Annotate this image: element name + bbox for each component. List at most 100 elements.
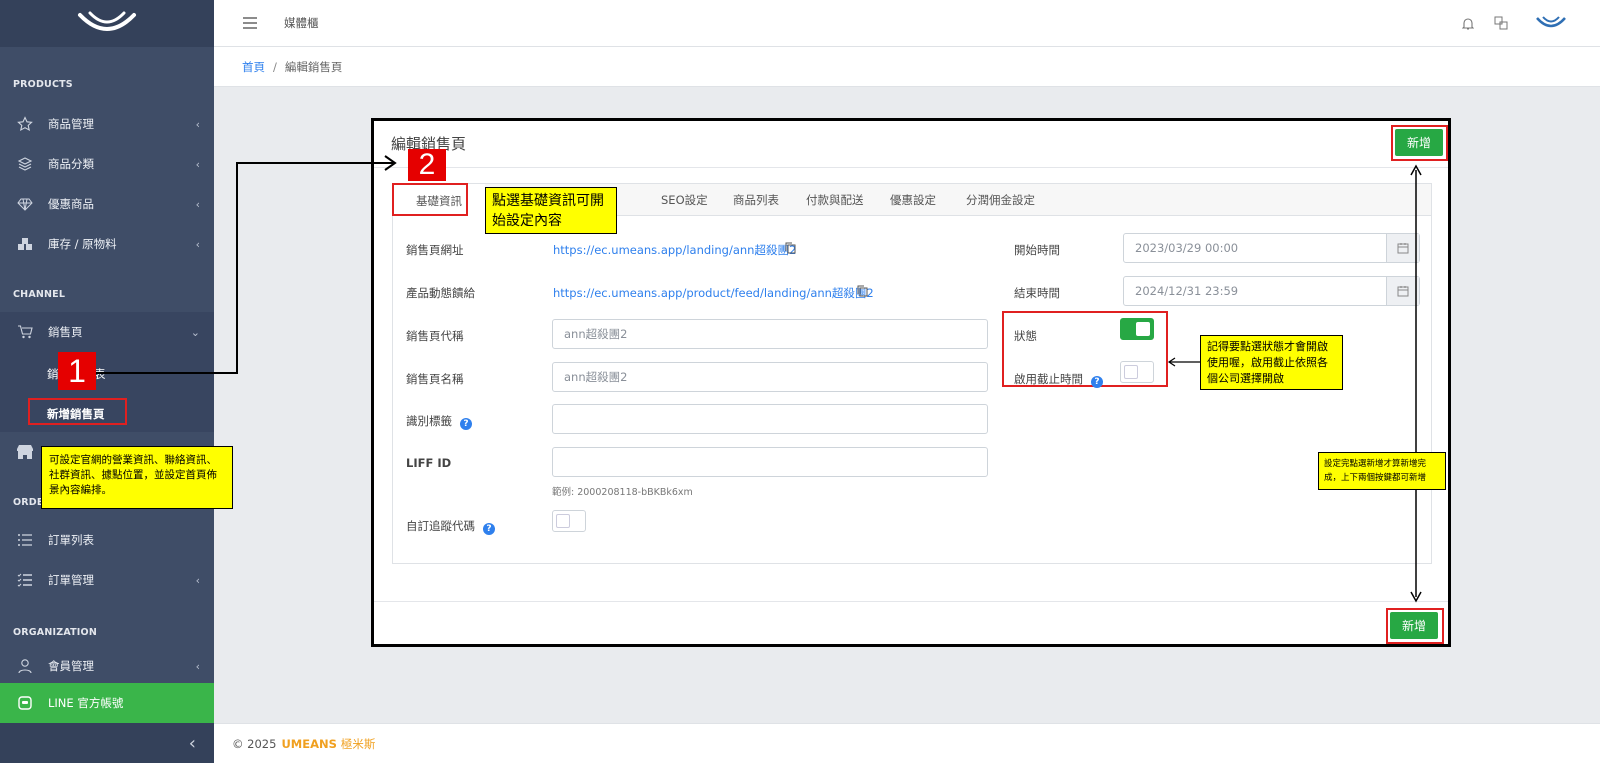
deadline-label: 啟用截止時間? (1014, 371, 1103, 388)
tab-discount[interactable]: 優惠設定 (890, 184, 936, 216)
section-organization: ORGANIZATION (13, 627, 97, 638)
name-label: 銷售頁名稱 (406, 372, 464, 386)
topbar: 媒體櫃 (214, 0, 1600, 47)
liff-hint: 範例: 2000208118-bBKBk6xm (552, 487, 693, 498)
chevron-left-icon: ‹ (195, 237, 200, 251)
sidebar-item-label: 訂單管理 (48, 573, 94, 587)
liff-input[interactable] (552, 447, 988, 477)
sidebar-sub-sales-list-partial[interactable]: 銷 (47, 366, 59, 382)
tab-basic-info-highlight (392, 183, 468, 216)
footer-divider (374, 601, 1448, 602)
chevron-left-icon: ‹ (195, 197, 200, 211)
chevron-left-icon: ‹ (195, 117, 200, 131)
calendar-icon[interactable] (1386, 277, 1419, 305)
step-1-badge: 1 (58, 352, 96, 390)
sidebar: PRODUCTS 商品管理 ‹ 商品分類 ‹ 優惠商品 ‹ 庫存 / 原物料 ‹… (0, 0, 214, 763)
boxes-icon (16, 235, 34, 253)
sidebar-item-members[interactable]: 會員管理 ‹ (0, 648, 214, 684)
header-divider (374, 167, 1448, 168)
umeans-logo-icon (78, 11, 136, 31)
status-toggle[interactable] (1120, 318, 1154, 340)
sidebar-item-discount[interactable]: 優惠商品 ‹ (0, 184, 214, 224)
copy-icon[interactable] (857, 285, 868, 297)
add-button-top[interactable]: 新增 (1395, 129, 1443, 156)
end-time-label: 結束時間 (1014, 286, 1060, 300)
add-button-bottom[interactable]: 新增 (1390, 612, 1438, 639)
deadline-label-text: 啟用截止時間 (1014, 372, 1083, 386)
tracking-label-text: 自訂追蹤代碼 (406, 519, 475, 533)
calendar-icon[interactable] (1386, 234, 1419, 262)
url-link[interactable]: https://ec.umeans.app/landing/ann超殺團2 (553, 242, 796, 258)
list-icon (16, 531, 34, 549)
end-time-input[interactable]: 2024/12/31 23:59 (1123, 276, 1420, 306)
footer-brand[interactable]: UMEANS (281, 737, 336, 751)
start-time-value: 2023/03/29 00:00 (1135, 241, 1239, 255)
tracking-toggle[interactable] (552, 510, 586, 532)
tab-commission[interactable]: 分潤佣金設定 (966, 184, 1035, 216)
tip-site-settings: 可設定官網的營業資訊、聯絡資訊、社群資訊、據點位置，並設定首頁佈景內容編排。 (41, 446, 233, 509)
breadcrumb-home[interactable]: 首頁 (242, 59, 265, 75)
start-time-label: 開始時間 (1014, 243, 1060, 257)
tab-product-list[interactable]: 商品列表 (733, 184, 779, 216)
code-input[interactable]: ann超殺團2 (552, 319, 988, 349)
checklist-icon (16, 571, 34, 589)
code-label: 銷售頁代稱 (406, 329, 464, 343)
sidebar-item-inventory[interactable]: 庫存 / 原物料 ‹ (0, 224, 214, 264)
sidebar-item-label: 商品管理 (48, 117, 94, 131)
feed-link[interactable]: https://ec.umeans.app/product/feed/landi… (553, 285, 874, 301)
copy-icon[interactable] (785, 242, 796, 254)
sidebar-item-label: 訂單列表 (48, 533, 94, 547)
toggle-knob (1124, 365, 1138, 379)
cart-icon (16, 323, 34, 341)
hamburger-menu-icon[interactable] (242, 16, 258, 30)
sidebar-item-sales-page[interactable]: 銷售頁 ⌄ (0, 312, 214, 352)
deadline-toggle[interactable] (1120, 361, 1154, 383)
diamond-icon (16, 195, 34, 213)
tab-payment-shipping[interactable]: 付款與配送 (806, 184, 864, 216)
step-2-badge: 2 (408, 148, 446, 181)
footer-brand-cn[interactable]: 極米斯 (341, 736, 376, 752)
chevron-left-icon: ‹ (188, 732, 196, 754)
tip-status: 記得要點選狀態才會開啟使用喔，啟用截止依照各個公司選擇開啟 (1200, 335, 1343, 390)
sidebar-item-label: 會員管理 (48, 659, 94, 673)
chevron-left-icon: ‹ (195, 659, 200, 673)
tracking-label: 自訂追蹤代碼? (406, 518, 495, 535)
status-label: 狀態 (1014, 329, 1037, 343)
name-input[interactable]: ann超殺團2 (552, 362, 988, 392)
tag-input[interactable] (552, 404, 988, 434)
tag-label-text: 識別標籤 (406, 414, 452, 428)
help-icon[interactable]: ? (1091, 376, 1103, 388)
sidebar-item-label: 優惠商品 (48, 197, 94, 211)
topbar-title[interactable]: 媒體櫃 (284, 15, 319, 31)
chevron-left-icon: ‹ (195, 573, 200, 587)
chevron-left-icon: ‹ (195, 157, 200, 171)
end-time-value: 2024/12/31 23:59 (1135, 284, 1239, 298)
sidebar-item-order-management[interactable]: 訂單管理 ‹ (0, 560, 214, 600)
sidebar-item-products[interactable]: 商品管理 ‹ (0, 104, 214, 144)
tip-add-button: 設定完點選新增才算新增完成，上下兩個按鍵都可新增 (1318, 452, 1446, 490)
help-icon[interactable]: ? (483, 523, 495, 535)
sidebar-item-label: 商品分類 (48, 157, 94, 171)
line-icon (16, 694, 34, 712)
sidebar-collapse-button[interactable]: ‹ (0, 723, 214, 763)
breadcrumb: 首頁 / 編輯銷售頁 (214, 47, 1600, 87)
sidebar-item-line-official[interactable]: LINE 官方帳號 (0, 683, 214, 723)
tab-seo[interactable]: SEO設定 (661, 184, 708, 216)
start-time-input[interactable]: 2023/03/29 00:00 (1123, 233, 1420, 263)
star-icon (16, 115, 34, 133)
sidebar-logo[interactable] (0, 0, 214, 47)
sidebar-item-order-list[interactable]: 訂單列表 (0, 520, 214, 560)
sidebar-item-categories[interactable]: 商品分類 ‹ (0, 144, 214, 184)
user-avatar-logo-icon[interactable] (1536, 14, 1566, 32)
tag-label: 識別標籤? (406, 413, 472, 430)
translate-icon[interactable] (1494, 16, 1508, 30)
sidebar-item-label: LINE 官方帳號 (48, 696, 124, 710)
liff-label: LIFF ID (406, 456, 452, 470)
store-icon (16, 443, 34, 461)
footer: © 2025 UMEANS 極米斯 (214, 723, 1600, 763)
bell-icon[interactable] (1462, 17, 1474, 31)
feed-label: 產品動態饋給 (406, 286, 475, 300)
toggle-knob (1136, 322, 1150, 336)
layers-icon (16, 155, 34, 173)
help-icon[interactable]: ? (460, 418, 472, 430)
